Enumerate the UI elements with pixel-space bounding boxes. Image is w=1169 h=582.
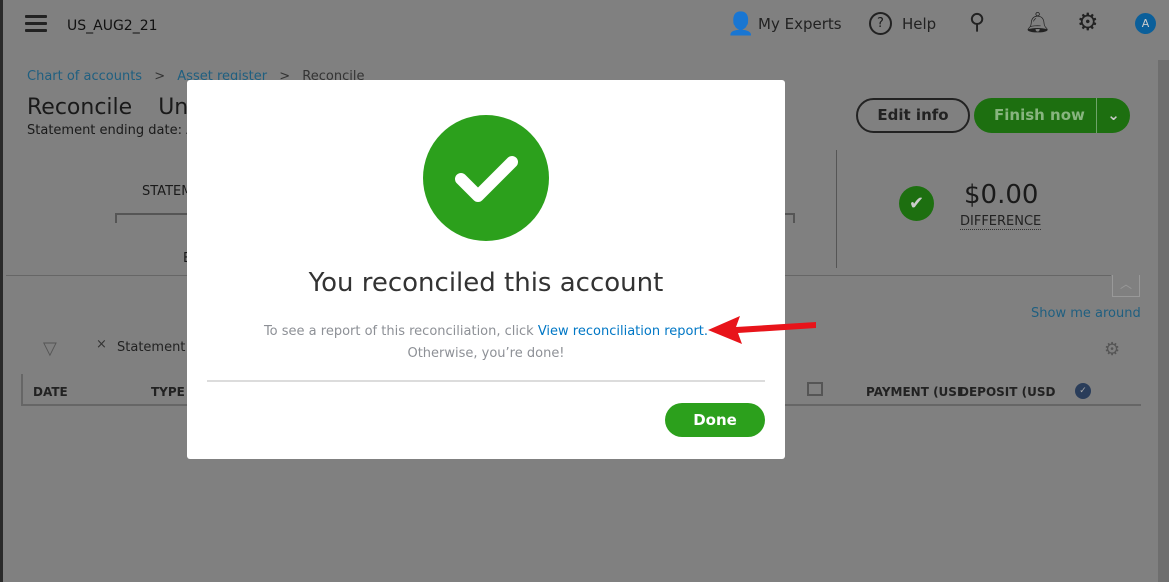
done-button[interactable]: Done — [665, 403, 765, 437]
help-link[interactable]: Help — [902, 15, 936, 33]
gear-icon[interactable]: ⚙ — [1077, 8, 1099, 36]
bell-icon[interactable]: 🔔︎ — [1025, 10, 1050, 34]
column-type[interactable]: TYPE — [151, 385, 185, 399]
view-report-link[interactable]: View reconciliation report. — [538, 324, 708, 339]
help-icon[interactable]: ? — [869, 12, 892, 35]
copy-icon[interactable] — [807, 382, 823, 396]
my-experts-link[interactable]: My Experts — [758, 15, 842, 33]
column-deposit[interactable]: DEPOSIT (USD — [959, 385, 1055, 399]
search-icon[interactable]: ⚲ — [969, 10, 985, 35]
scrollbar[interactable] — [1158, 60, 1169, 582]
separator: > — [154, 69, 166, 84]
filter-chip[interactable]: Statement e — [117, 340, 198, 355]
show-me-around-link[interactable]: Show me around — [1031, 306, 1141, 321]
red-arrow-annotation — [708, 316, 816, 344]
difference-amount: $0.00 — [964, 180, 1039, 210]
avatar[interactable]: A — [1135, 13, 1156, 34]
edit-info-button[interactable]: Edit info — [856, 98, 970, 133]
column-payment[interactable]: PAYMENT (USI — [866, 385, 961, 399]
select-all-icon[interactable]: ✓ — [1075, 383, 1091, 399]
collapse-icon[interactable]: ︿ — [1112, 275, 1140, 297]
divider — [836, 150, 837, 268]
chevron-down-icon[interactable]: ⌄ — [1096, 98, 1130, 133]
dialog-title: You reconciled this account — [308, 268, 664, 298]
settings-icon[interactable]: ⚙ — [1104, 339, 1120, 360]
statement-date: Statement ending date: A — [27, 123, 195, 138]
dialog-message: To see a report of this reconciliation, … — [263, 324, 709, 361]
statement-label: STATEM — [142, 184, 193, 199]
divider — [207, 380, 765, 382]
column-date[interactable]: DATE — [33, 385, 68, 399]
menu-icon[interactable] — [25, 15, 47, 36]
page-title: Reconcile Un — [27, 95, 189, 120]
check-icon: ✔ — [899, 186, 934, 221]
success-check-icon — [423, 115, 549, 241]
experts-icon[interactable]: 👤 — [727, 12, 754, 37]
clear-filter-icon[interactable]: × — [96, 337, 107, 352]
success-dialog: You reconciled this account To see a rep… — [187, 80, 785, 459]
company-name: US_AUG2_21 — [67, 18, 158, 34]
difference-label: DIFFERENCE — [960, 214, 1042, 230]
filter-icon[interactable]: ▽ — [43, 338, 57, 359]
finish-now-button[interactable]: Finish now ⌄ — [974, 98, 1130, 133]
breadcrumb-chart-of-accounts[interactable]: Chart of accounts — [27, 69, 142, 84]
